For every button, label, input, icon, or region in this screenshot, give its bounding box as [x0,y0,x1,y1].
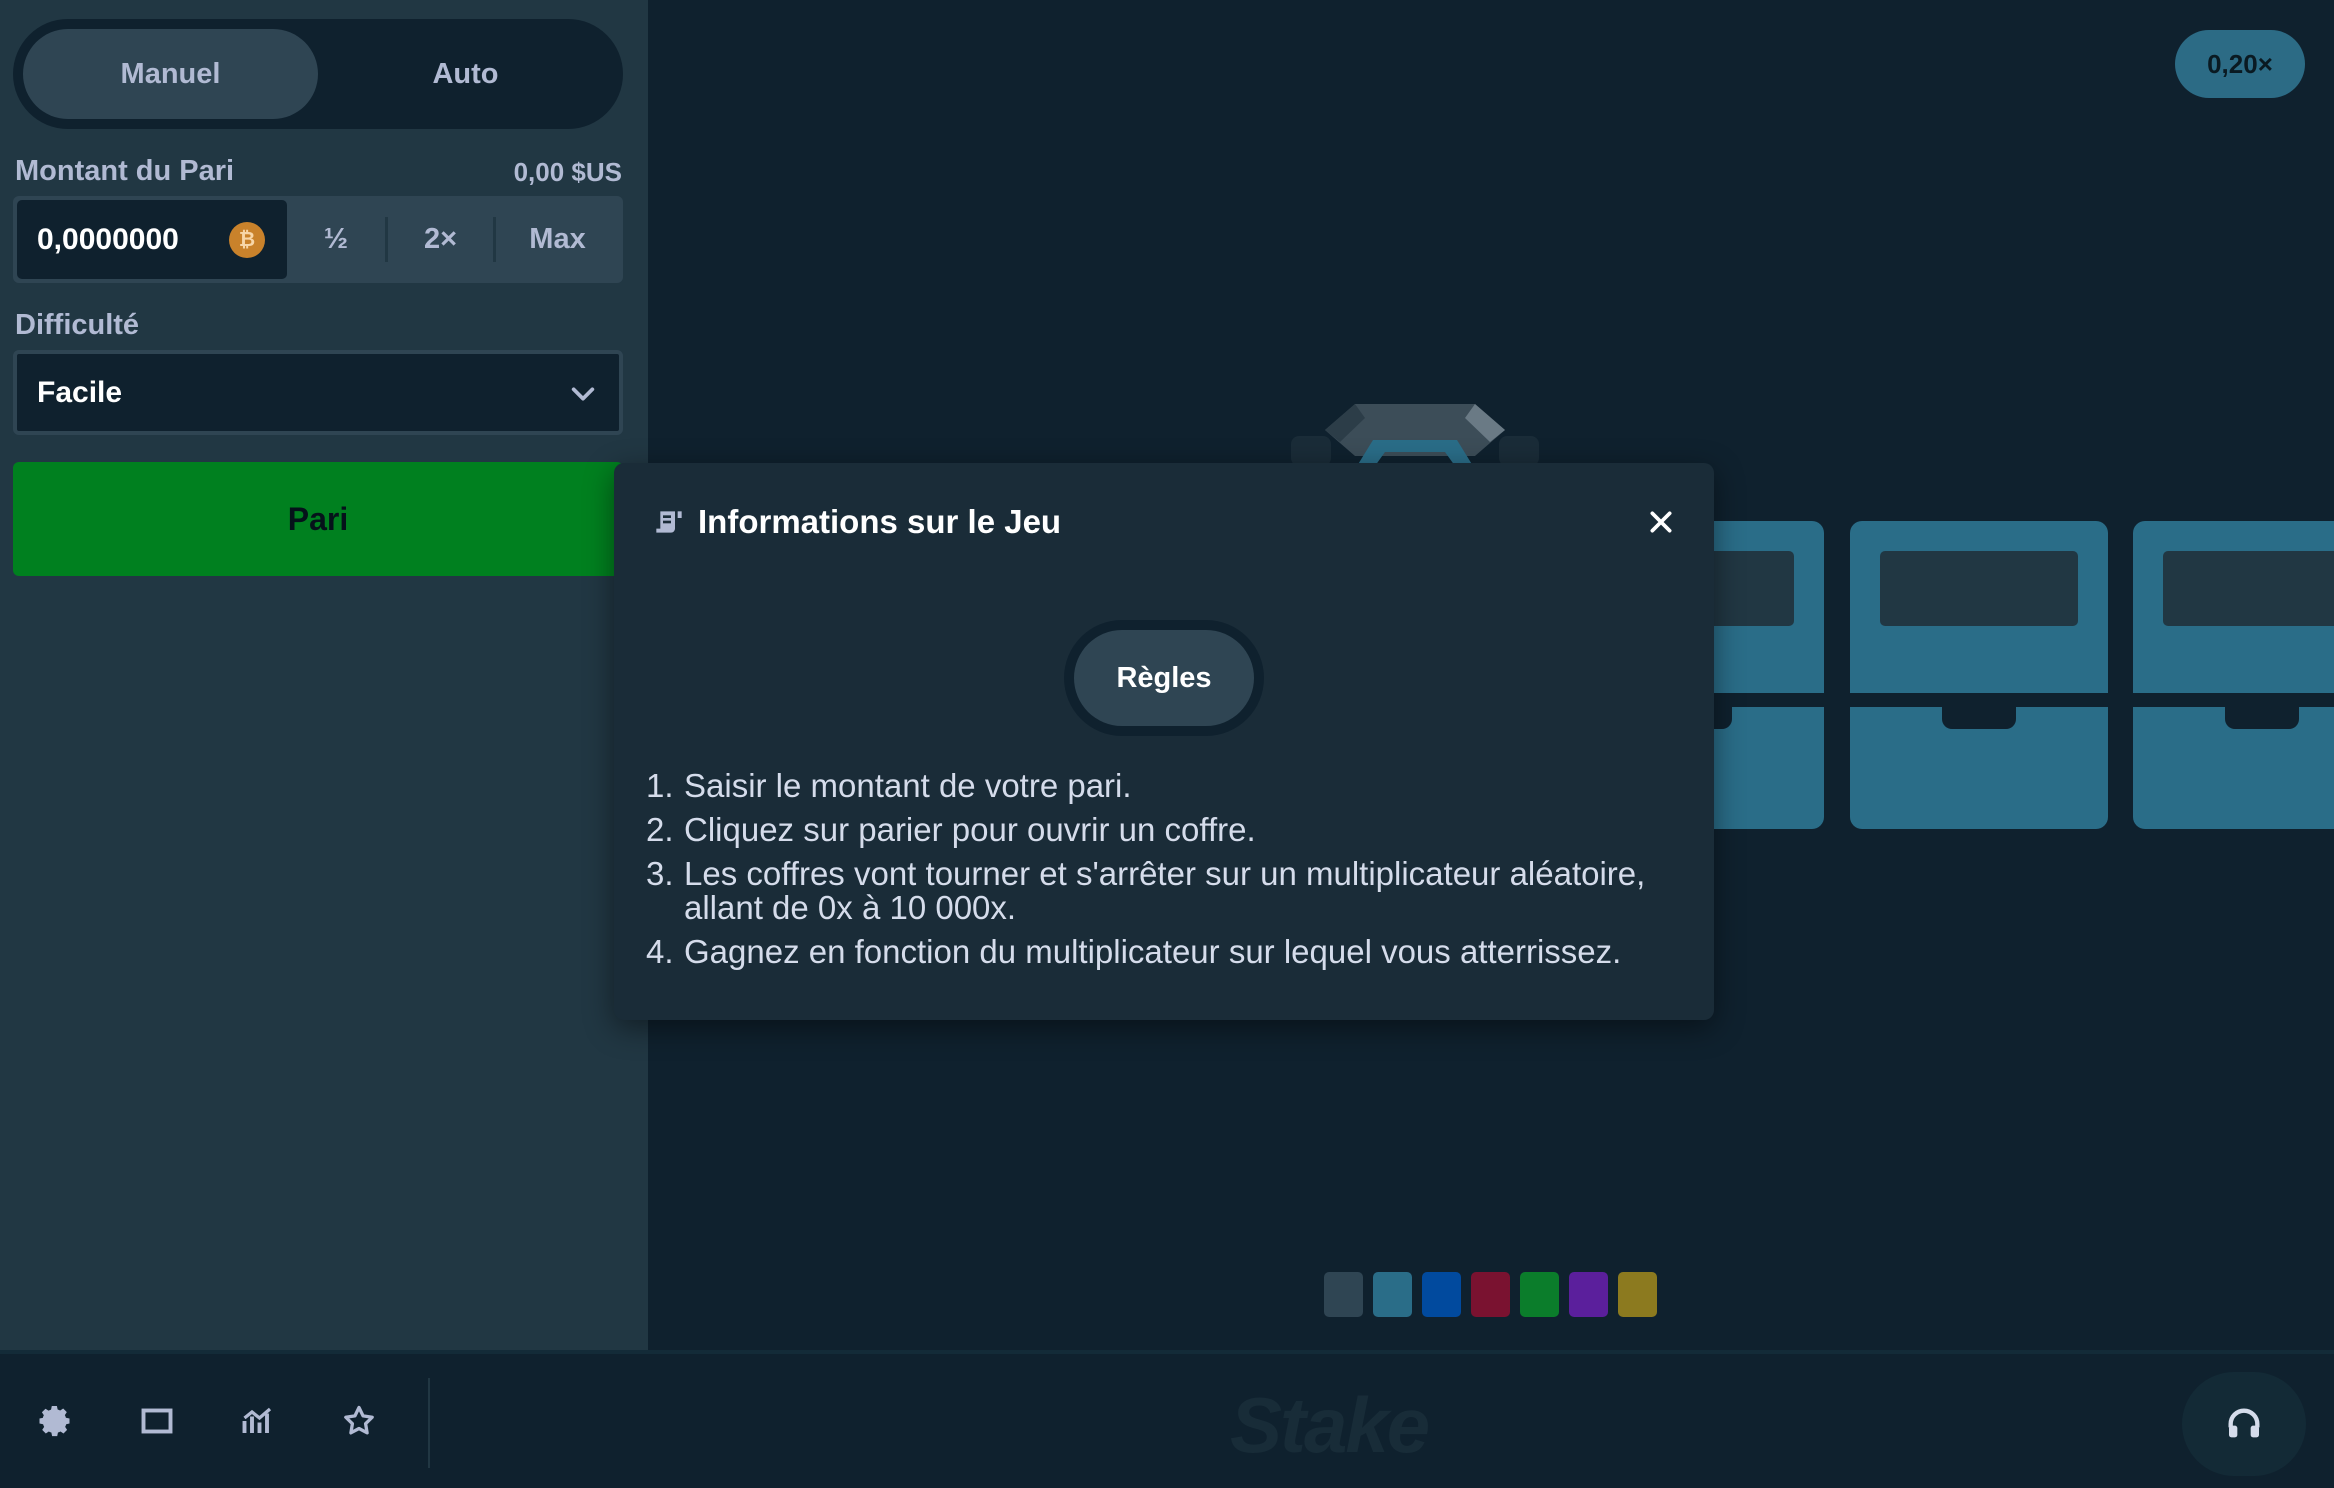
color-swatch[interactable] [1618,1272,1657,1317]
support-headset-icon[interactable] [2182,1372,2306,1476]
multiplier-badge: 0,20× [2175,30,2305,98]
color-swatch[interactable] [1471,1272,1510,1317]
tab-auto[interactable]: Auto [318,29,613,119]
double-bet-button[interactable]: 2× [388,200,493,279]
modal-title: Informations sur le Jeu [698,503,1062,540]
list-item: 4. Gagnez en fonction du multiplicateur … [646,933,1622,970]
bet-fiat-value: 0,00 $US [513,157,622,187]
bet-sidebar: Manuel Auto Montant du Pari 0,00 $US 0,0… [0,0,648,1350]
modal-tab-group: Règles [1064,620,1264,736]
chest [2133,521,2334,829]
divider [428,1378,430,1468]
stats-chart-icon[interactable] [236,1399,280,1443]
difficulty-select[interactable]: Facile [13,350,623,435]
bet-amount-row: 0,0000000 ₿ ½ 2× Max [13,196,623,283]
color-swatch[interactable] [1324,1272,1363,1317]
settings-gear-icon[interactable] [34,1399,78,1443]
rules-list: 1. Saisir le montant de votre pari. 2. C… [646,769,1696,979]
bet-amount-label: Montant du Pari [15,155,235,187]
footer-bar: Stake [0,1350,2334,1488]
color-swatch[interactable] [1373,1272,1412,1317]
stake-logo: Stake [1230,1381,1430,1469]
theatre-mode-icon[interactable] [135,1399,179,1443]
list-item: 3. Les coffres vont tourner et s'arrêter… [646,855,1646,926]
half-bet-button[interactable]: ½ [287,200,385,279]
bet-button[interactable]: Pari [13,462,623,576]
difficulty-label: Difficulté [15,309,140,341]
list-item: 2. Cliquez sur parier pour ouvrir un cof… [646,811,1256,848]
difficulty-value: Facile [37,375,123,409]
chest-color-picker [1324,1272,1657,1317]
chest-top-decoration [1291,404,1539,466]
bet-amount-input[interactable]: 0,0000000 ₿ [17,200,287,279]
chevron-down-icon [571,387,595,401]
tab-rules[interactable]: Règles [1074,630,1254,726]
scroll-info-icon [656,511,682,533]
tab-manual[interactable]: Manuel [23,29,318,119]
modal-header: Informations sur le Jeu [650,503,1061,541]
color-swatch[interactable] [1569,1272,1608,1317]
close-icon[interactable] [1644,505,1678,539]
color-swatch[interactable] [1520,1272,1559,1317]
mode-tabs: Manuel Auto [13,19,623,129]
bet-amount-value: 0,0000000 [37,222,179,256]
favorite-star-icon[interactable] [337,1399,381,1443]
bitcoin-icon: ₿ [229,222,265,258]
list-item: 1. Saisir le montant de votre pari. [646,767,1132,804]
game-info-modal: Informations sur le Jeu Règles 1. Saisir… [614,463,1714,1020]
max-bet-button[interactable]: Max [496,200,619,279]
color-swatch[interactable] [1422,1272,1461,1317]
chest [1850,521,2108,829]
